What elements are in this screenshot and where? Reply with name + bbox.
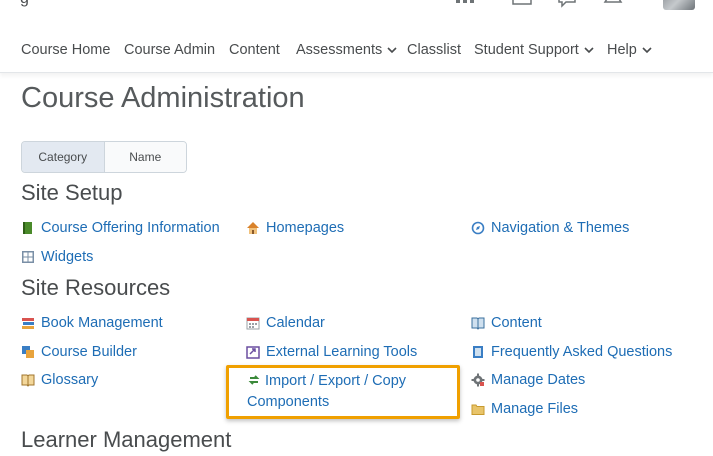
nav-course-admin[interactable]: Course Admin — [124, 42, 215, 58]
widget-grid-icon — [22, 251, 34, 263]
section-site-resources: Site Resources — [21, 275, 171, 300]
link-widgets[interactable]: Widgets — [21, 247, 93, 267]
builder-icon — [22, 346, 34, 358]
link-homepages[interactable]: Homepages — [246, 218, 344, 238]
section-learner-management: Learner Management — [21, 427, 232, 452]
link-glossary[interactable]: Glossary — [21, 370, 98, 390]
nav-student-support[interactable]: Student Support — [474, 42, 594, 58]
import-export-icon — [248, 375, 260, 385]
section-site-setup: Site Setup — [21, 180, 123, 205]
link-frequently-asked-questions[interactable]: Frequently Asked Questions — [471, 342, 672, 362]
page-title: Course Administration — [21, 82, 305, 114]
top-bar: g — [0, 0, 713, 31]
toggle-name-button[interactable]: Name — [104, 142, 186, 172]
link-book-management[interactable]: Book Management — [21, 313, 163, 333]
link-course-offering-information[interactable]: Course Offering Information — [21, 218, 220, 238]
house-icon — [247, 222, 259, 234]
nav-course-home[interactable]: Course Home — [21, 42, 110, 58]
nav-content[interactable]: Content — [229, 42, 280, 58]
avatar[interactable] — [663, 0, 695, 10]
toggle-category-button[interactable]: Category — [22, 142, 105, 172]
bell-icon[interactable] — [603, 0, 623, 8]
book-stack-icon — [22, 318, 34, 329]
link-course-builder[interactable]: Course Builder — [21, 342, 137, 362]
nav-classlist[interactable]: Classlist — [407, 42, 461, 58]
chevron-down-icon — [584, 47, 594, 54]
link-navigation-themes[interactable]: Navigation & Themes — [471, 218, 629, 238]
faq-icon — [473, 346, 483, 358]
link-import-export-copy-components[interactable]: Import / Export / Copy Components — [247, 371, 447, 413]
folder-icon — [471, 404, 485, 415]
calendar-icon — [246, 317, 260, 330]
compass-icon — [471, 221, 485, 235]
glossary-icon — [21, 374, 35, 387]
nav-assessments[interactable]: Assessments — [296, 42, 397, 58]
course-navbar: Course Home Course Admin Content Assessm… — [0, 30, 713, 73]
book-green-icon — [23, 222, 32, 234]
external-tool-icon — [246, 346, 260, 359]
view-toggle: Category Name — [21, 141, 187, 173]
link-calendar[interactable]: Calendar — [246, 313, 325, 333]
link-manage-files[interactable]: Manage Files — [471, 399, 578, 419]
message-icon[interactable] — [557, 0, 577, 8]
chevron-down-icon — [387, 47, 397, 54]
link-manage-dates[interactable]: Manage Dates — [471, 370, 585, 390]
nav-help[interactable]: Help — [607, 42, 652, 58]
grid-icon[interactable] — [455, 0, 475, 8]
link-external-learning-tools[interactable]: External Learning Tools — [246, 342, 417, 362]
org-title-fragment: g — [20, 0, 29, 8]
gear-icon — [471, 373, 485, 387]
mail-icon[interactable] — [512, 0, 532, 8]
chevron-down-icon — [642, 47, 652, 54]
open-book-icon — [471, 317, 485, 330]
link-content[interactable]: Content — [471, 313, 542, 333]
